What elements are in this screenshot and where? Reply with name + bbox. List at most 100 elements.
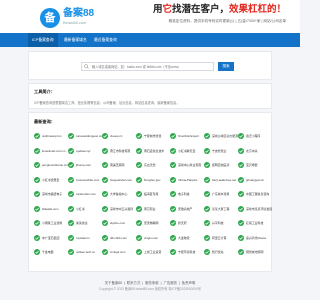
check-circle-icon	[204, 220, 210, 226]
query-item[interactable]: pengroundtrunip.com	[34, 162, 69, 169]
nav-item-recent-queries[interactable]: 最近备案查询	[90, 33, 121, 47]
query-item[interactable]: 晋江市科技有限	[102, 147, 135, 155]
query-item[interactable]: 宁波智慧全	[204, 147, 237, 155]
query-item[interactable]: OneClick Export	[170, 133, 203, 140]
query-item[interactable]: carouseldungeon.com.cn	[68, 133, 108, 140]
query-item[interactable]: 南京邦业	[136, 205, 169, 213]
query-item[interactable]: ijbonsy.com	[68, 162, 101, 169]
query-item[interactable]: 南美芝麻网	[102, 162, 135, 169]
check-circle-icon	[68, 176, 74, 183]
query-item[interactable]: 电子科技	[170, 191, 203, 198]
check-circle-icon	[204, 133, 210, 139]
query-item[interactable]: Vitima-Pairpins	[170, 176, 203, 184]
nav-item-latest-domains[interactable]: 最新备案域名	[60, 33, 91, 47]
query-item[interactable]: 深圳中心商业有限	[170, 162, 203, 169]
query-item[interactable]: 新天府	[170, 220, 203, 227]
query-item[interactable]: 刚到城市照明	[238, 249, 271, 256]
check-circle-icon	[170, 249, 176, 255]
check-circle-icon	[238, 147, 244, 154]
query-item-label: 嘉兴鸿光Mouse	[246, 235, 267, 240]
query-item[interactable]: vmlegit.com	[102, 249, 135, 256]
query-item[interactable]: 深圳市某某环境发展	[238, 205, 272, 213]
check-circle-icon	[136, 162, 142, 168]
check-circle-icon	[102, 234, 108, 241]
query-item[interactable]: 深圳沙井区动力能源	[204, 133, 238, 140]
check-circle-icon	[238, 205, 244, 212]
query-item[interactable]: 临海区专用	[136, 191, 169, 198]
query-item[interactable]: 黄石县信息技术	[136, 147, 169, 155]
query-item[interactable]: 宿迁小程序	[238, 133, 271, 140]
query-item[interactable]: 中广宝石集团	[34, 234, 67, 242]
query-item[interactable]: Hikaelle.com	[34, 205, 67, 213]
query-item[interactable]: 兴平科技	[204, 220, 237, 227]
footer-link[interactable]: 服务条款	[144, 281, 160, 285]
check-circle-icon	[170, 147, 176, 154]
query-item[interactable]: 阿里云计算	[204, 234, 237, 242]
check-circle-icon	[204, 176, 210, 183]
query-item[interactable]: 上线工业运营	[136, 249, 169, 256]
check-circle-icon	[102, 176, 108, 183]
query-item[interactable]: ghuangyan.cn	[238, 176, 271, 184]
domain-search-input[interactable]	[81, 62, 214, 71]
check-circle-icon	[34, 133, 40, 139]
query-item[interactable]: 嘉兴鸿光Mouse	[238, 234, 271, 242]
nav-item-icp-query[interactable]: ICP备案查询	[28, 33, 58, 47]
header-ad-banner[interactable]: 用它找潜在客户，效果杠杠的！ 概准定位资料，提供手机号码实时更新(公 | 五)量…	[153, 4, 286, 30]
ad-headline: 用它找潜在客户，效果杠杠的！	[152, 4, 286, 15]
query-item[interactable]: dfm-bbb.com	[102, 234, 135, 242]
query-item[interactable]: zuomenwhite.com	[68, 176, 101, 184]
check-circle-icon	[102, 205, 108, 212]
query-item[interactable]: 红塔工业科技	[238, 220, 271, 227]
check-circle-icon	[68, 234, 74, 241]
footer-link[interactable]: 关于备案88	[104, 281, 123, 285]
query-item[interactable]: 宝贝母婴	[238, 162, 271, 169]
query-item[interactable]: 安庆物联网	[136, 220, 169, 227]
query-item[interactable]: 小红书	[68, 205, 101, 213]
query-item[interactable]: clouep.cn	[102, 133, 135, 140]
check-circle-icon	[68, 220, 74, 226]
query-item[interactable]: 深圳市中卫兴和科	[102, 205, 135, 213]
footer-link[interactable]: 免责声明	[181, 281, 197, 285]
query-item[interactable]: nullsec.tech.cn	[68, 249, 101, 256]
query-item[interactable]: skyline.com	[102, 220, 135, 227]
query-item[interactable]: hazy.asaki-hee.net	[204, 176, 237, 184]
check-circle-icon	[102, 220, 108, 226]
check-circle-icon	[136, 176, 142, 183]
query-item[interactable]: 北京中关	[238, 147, 271, 155]
query-item[interactable]: kinsetmart.com.cn	[34, 147, 67, 155]
query-item[interactable]: 东台天然	[136, 162, 169, 169]
query-item[interactable]: 深圳市晶盟电子	[34, 191, 67, 198]
query-item-label: ghuangyan.cn	[246, 177, 265, 182]
query-item[interactable]: 莱芜信达	[68, 220, 101, 227]
query-item[interactable]: xingtu.com	[136, 234, 169, 242]
ad-subline: 概准定位资料，提供手机号码实时更新(公 | 五)量/7000+家 | 网站/公司…	[168, 19, 286, 23]
query-item[interactable]: 昆明百信医药	[204, 162, 237, 169]
query-item[interactable]: 宁夏环境科技	[170, 249, 203, 256]
query-item-label: 宝贝母婴	[246, 163, 258, 167]
footer-link[interactable]: 联系方式	[126, 281, 142, 285]
check-circle-icon	[238, 191, 244, 197]
query-item[interactable]: Dongfen.gov	[136, 176, 169, 184]
query-item[interactable]: oyellow.xyz	[68, 147, 101, 155]
query-item[interactable]: 某某大厦工程	[204, 205, 237, 213]
main-nav: ICP备案查询 最新备案域名 最近备案查询	[0, 33, 300, 47]
query-item[interactable]: 宁夏城市智慧	[136, 133, 169, 140]
check-circle-icon	[238, 249, 244, 255]
query-item[interactable]: 小钢铁工业建筑	[34, 220, 67, 227]
query-item[interactable]: 大学备案中心	[102, 191, 135, 198]
query-item[interactable]: 安徽房地产	[170, 205, 203, 213]
site-logo[interactable]: 备 备案88 Beian88.com	[40, 8, 110, 28]
query-item[interactable]: 小红书优惠套	[34, 176, 67, 184]
footer-link[interactable]: 广告服务	[162, 281, 178, 285]
query-item[interactable]: 知行优先	[204, 249, 237, 256]
query-item[interactable]: 广东城乡建筑	[204, 191, 237, 198]
query-item[interactable]: oioltimesup.fun	[34, 133, 67, 140]
query-item[interactable]: canberdoc.com	[68, 191, 101, 198]
query-item[interactable]: huayuetsher.com	[102, 176, 135, 184]
query-item[interactable]: 千金电器	[34, 249, 67, 256]
query-item[interactable]: 大连物流	[170, 234, 203, 242]
query-item[interactable]: myclass.tn	[68, 234, 101, 242]
query-item[interactable]: 中国工程信息咨询	[238, 191, 271, 198]
search-button[interactable]: 搜索	[218, 62, 234, 71]
query-item[interactable]: 小红书聊天宝	[170, 147, 203, 155]
